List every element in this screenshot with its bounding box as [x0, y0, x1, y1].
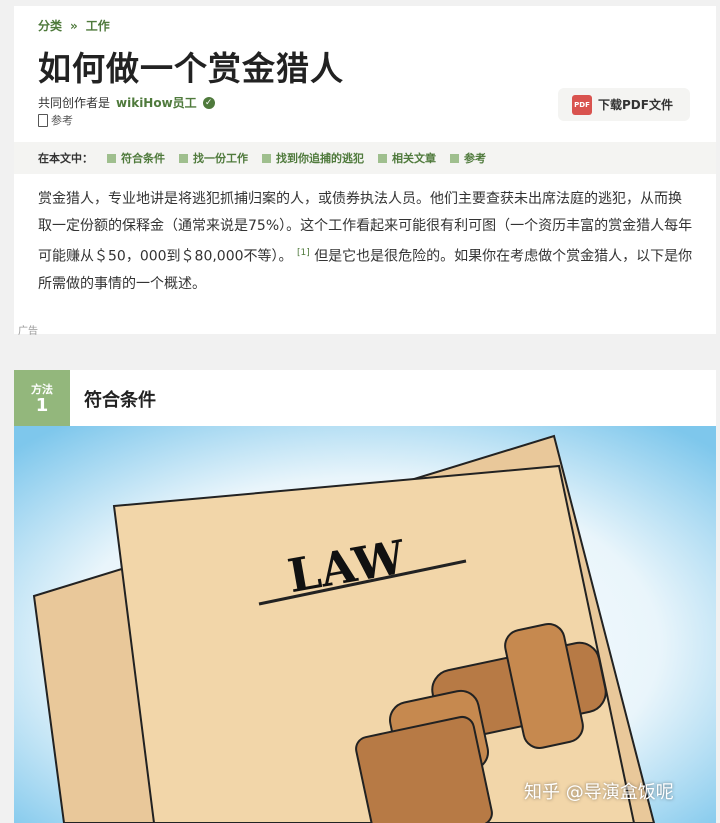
method-title: 符合条件	[84, 390, 156, 411]
method-badge: 方法 1	[14, 370, 70, 426]
bullet-square-icon	[450, 153, 459, 163]
references-label: 参考	[51, 114, 73, 127]
ad-label: 广告	[18, 326, 38, 337]
coauthor-line: 共同创作者是 wikiHow员工 ✓	[38, 94, 215, 111]
bullet-square-icon	[179, 153, 188, 163]
method-number: 1	[35, 395, 49, 416]
breadcrumb-category-link[interactable]: 分类	[38, 17, 62, 34]
toc-item-label: 相关文章	[392, 152, 436, 165]
law-gavel-illustration: LAW	[14, 426, 716, 823]
bullet-square-icon	[262, 153, 271, 163]
toc-item[interactable]: 找一份工作	[179, 150, 248, 166]
article-header-card: 分类 » 工作 如何做一个赏金猎人 共同创作者是 wikiHow员工 ✓ 参考 …	[14, 6, 716, 337]
download-pdf-button[interactable]: PDF 下载PDF文件	[558, 88, 690, 121]
illustration-svg: LAW	[14, 426, 716, 823]
coauthor-prefix: 共同创作者是	[38, 96, 111, 110]
document-icon	[38, 113, 48, 127]
breadcrumb-current-link[interactable]: 工作	[86, 17, 110, 34]
table-of-contents: 在本文中： 符合条件 找一份工作 找到你追捕的逃犯 相关文章 参考	[14, 142, 716, 174]
toc-item-label: 找到你追捕的逃犯	[276, 152, 364, 165]
breadcrumb-separator: »	[70, 18, 78, 33]
intro-paragraph: 赏金猎人，专业地讲是将逃犯抓捕归案的人，或债券执法人员。他们主要查获未出席法庭的…	[38, 186, 694, 298]
toc-item[interactable]: 相关文章	[378, 150, 436, 166]
reference-link[interactable]: [1]	[297, 248, 310, 258]
breadcrumb: 分类 » 工作	[38, 17, 110, 34]
toc-item-label: 找一份工作	[193, 152, 248, 165]
toc-item[interactable]: 符合条件	[107, 150, 165, 166]
method-header: 方法 1 符合条件	[14, 370, 716, 426]
bullet-square-icon	[378, 153, 387, 163]
toc-item-label: 参考	[464, 152, 486, 165]
toc-label: 在本文中：	[38, 152, 93, 165]
toc-item[interactable]: 找到你追捕的逃犯	[262, 150, 364, 166]
verified-check-icon: ✓	[202, 96, 215, 109]
coauthor-link[interactable]: wikiHow员工	[116, 94, 197, 111]
download-pdf-label: 下载PDF文件	[598, 98, 673, 112]
pdf-icon: PDF	[572, 94, 592, 115]
toc-item-label: 符合条件	[121, 152, 165, 165]
watermark: 知乎 @导演盒饭呢	[524, 782, 674, 803]
page-title: 如何做一个赏金猎人	[38, 49, 344, 88]
toc-item[interactable]: 参考	[450, 150, 486, 166]
bullet-square-icon	[107, 153, 116, 163]
references-link[interactable]: 参考	[38, 112, 73, 128]
